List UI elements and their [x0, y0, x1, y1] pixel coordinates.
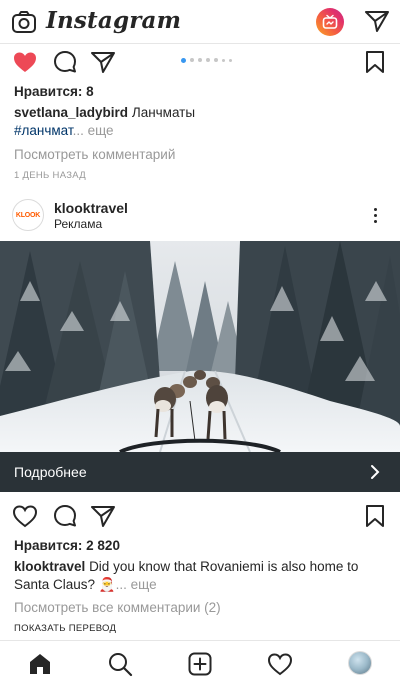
like-icon[interactable]	[12, 503, 38, 529]
carousel-dot	[181, 57, 186, 63]
sponsored-label[interactable]: Реклама	[54, 217, 102, 231]
post-actions-row-2	[0, 498, 400, 532]
direct-message-icon[interactable]	[364, 8, 390, 34]
more-options-icon[interactable]	[372, 208, 378, 226]
instagram-logo: Instagram	[46, 7, 182, 34]
activity-icon[interactable]	[267, 651, 293, 677]
caption-line-2: Santa Claus? 🎅... еще	[14, 576, 157, 593]
share-icon[interactable]	[90, 49, 116, 75]
comment-icon[interactable]	[52, 503, 78, 529]
caption-line-2: #ланчмат... еще	[14, 122, 114, 139]
carousel-dot	[229, 58, 232, 62]
caption-text: Did you know that Rovaniemi is also home…	[89, 559, 359, 574]
bottom-navigation	[0, 640, 400, 686]
snowy-forest-dog-sled-image	[0, 241, 400, 452]
view-all-comments-link[interactable]: Посмотреть все комментарии (2)	[14, 599, 221, 616]
carousel-dot	[190, 58, 194, 62]
carousel-dot	[206, 58, 210, 62]
search-icon[interactable]	[107, 651, 133, 677]
carousel-indicator	[181, 57, 232, 63]
instagram-feed-screen: Instagram Нравится: 8 svetlana_ladybird …	[0, 0, 400, 686]
home-icon[interactable]	[27, 651, 53, 677]
post-photo[interactable]	[0, 241, 400, 452]
caption-text-continued: Santa Claus? 🎅	[14, 577, 116, 592]
more-link[interactable]: ... еще	[116, 577, 157, 592]
avatar-logo-text: KLOOK	[15, 211, 41, 219]
camera-icon[interactable]	[11, 9, 37, 35]
avatar[interactable]: KLOOK	[12, 199, 44, 231]
post-header: KLOOK klooktravel Реклама	[0, 196, 400, 240]
bookmark-icon[interactable]	[362, 49, 388, 75]
share-icon[interactable]	[90, 503, 116, 529]
igtv-icon[interactable]	[316, 8, 344, 36]
like-filled-icon[interactable]	[12, 49, 38, 75]
top-bar: Instagram	[0, 0, 400, 44]
carousel-dot	[222, 58, 225, 62]
post-timestamp: 1 ДЕНЬ НАЗАД	[14, 170, 86, 181]
post-username[interactable]: klooktravel	[54, 200, 128, 216]
see-translation-link[interactable]: ПОКАЗАТЬ ПЕРЕВОД	[14, 620, 116, 637]
likes-count[interactable]: Нравится: 8	[14, 83, 94, 100]
carousel-dot	[214, 58, 218, 62]
likes-count[interactable]: Нравится: 2 820	[14, 537, 120, 554]
learn-more-button[interactable]: Подробнее	[0, 452, 400, 492]
caption: svetlana_ladybird Ланчматы	[14, 104, 195, 121]
view-comments-link[interactable]: Посмотреть комментарий	[14, 146, 175, 163]
hashtag-link[interactable]: #ланчмат	[14, 123, 73, 138]
comment-icon[interactable]	[52, 49, 78, 75]
post-actions-row	[0, 44, 400, 78]
chevron-right-icon	[371, 465, 380, 479]
bookmark-icon[interactable]	[362, 503, 388, 529]
carousel-dot	[198, 58, 202, 62]
profile-avatar[interactable]	[348, 651, 372, 675]
more-link[interactable]: ... еще	[73, 123, 114, 138]
learn-more-label: Подробнее	[14, 464, 87, 480]
caption-text: Ланчматы	[131, 105, 196, 120]
caption-username[interactable]: klooktravel	[14, 559, 85, 574]
caption: klooktravel Did you know that Rovaniemi …	[14, 558, 358, 575]
new-post-icon[interactable]	[187, 651, 213, 677]
caption-username[interactable]: svetlana_ladybird	[14, 105, 128, 120]
